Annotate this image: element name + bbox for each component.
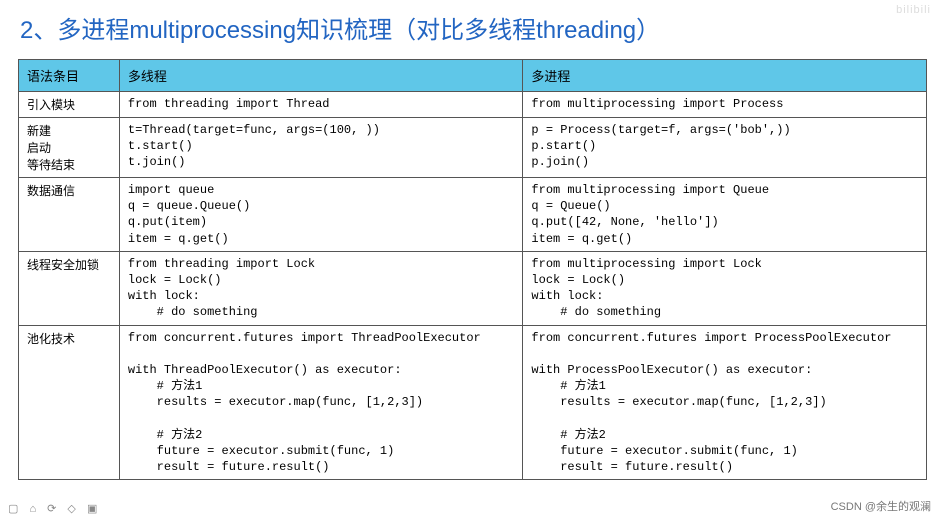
header-threading: 多线程 — [119, 60, 523, 92]
row-label: 池化技术 — [19, 325, 120, 480]
page-title: 2、多进程multiprocessing知识梳理（对比多线程threading） — [18, 10, 927, 45]
table-row: 池化技术 from concurrent.futures import Thre… — [19, 325, 927, 480]
row-label: 新建 启动 等待结束 — [19, 118, 120, 178]
process-code: from concurrent.futures import ProcessPo… — [523, 325, 927, 480]
thread-code: from threading import Thread — [119, 92, 523, 118]
process-code: p = Process(target=f, args=('bob',)) p.s… — [523, 118, 927, 178]
watermark-top-right: bilibili — [896, 4, 931, 16]
thread-code: from threading import Lock lock = Lock()… — [119, 251, 523, 325]
row-label: 引入模块 — [19, 92, 120, 118]
header-multiprocessing: 多进程 — [523, 60, 927, 92]
header-syntax: 语法条目 — [19, 60, 120, 92]
comparison-table: 语法条目 多线程 多进程 引入模块 from threading import … — [18, 59, 927, 480]
thread-code: t=Thread(target=func, args=(100, )) t.st… — [119, 118, 523, 178]
table-row: 数据通信 import queue q = queue.Queue() q.pu… — [19, 178, 927, 252]
table-row: 新建 启动 等待结束 t=Thread(target=func, args=(1… — [19, 118, 927, 178]
table-row: 引入模块 from threading import Thread from m… — [19, 92, 927, 118]
thread-code: from concurrent.futures import ThreadPoo… — [119, 325, 523, 480]
process-code: from multiprocessing import Lock lock = … — [523, 251, 927, 325]
process-code: from multiprocessing import Process — [523, 92, 927, 118]
bottom-toolbar[interactable]: ▢ ⌂ ⟳ ◇ ▣ — [8, 502, 101, 515]
thread-code: import queue q = queue.Queue() q.put(ite… — [119, 178, 523, 252]
process-code: from multiprocessing import Queue q = Qu… — [523, 178, 927, 252]
table-row: 线程安全加锁 from threading import Lock lock =… — [19, 251, 927, 325]
watermark-bottom-right: CSDN @余生的观澜 — [831, 498, 931, 514]
row-label: 线程安全加锁 — [19, 251, 120, 325]
row-label: 数据通信 — [19, 178, 120, 252]
